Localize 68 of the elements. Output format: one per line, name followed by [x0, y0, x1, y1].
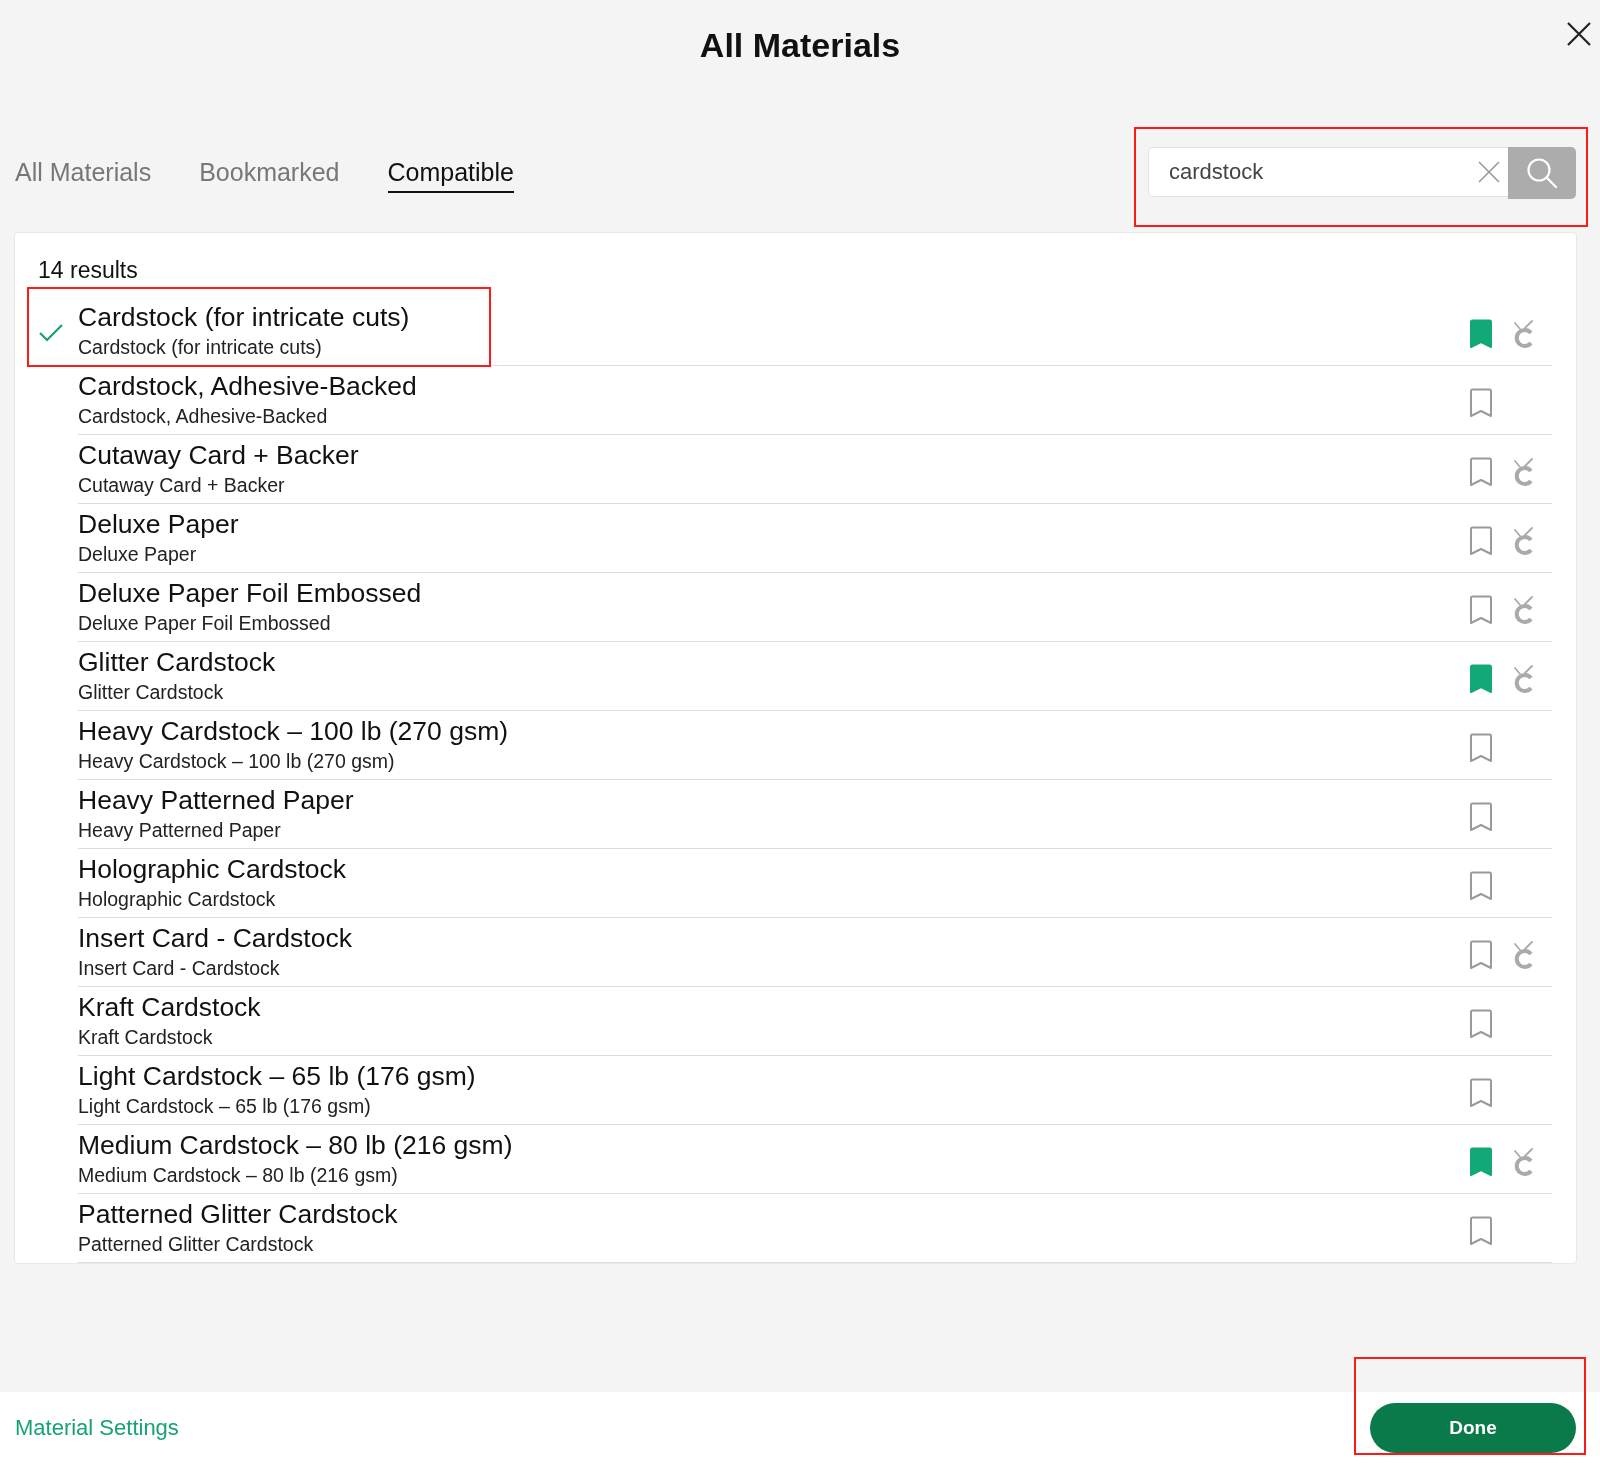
bookmark-icon[interactable]	[1468, 526, 1494, 556]
material-row[interactable]: Light Cardstock – 65 lb (176 gsm) Light Cardstock – 65 lb (176 gsm)	[38, 1056, 1576, 1125]
material-subtitle: Heavy Cardstock – 100 lb (270 gsm)	[78, 749, 395, 774]
bookmark-icon[interactable]	[1468, 1078, 1494, 1108]
bookmark-filled-icon[interactable]	[1468, 1147, 1494, 1177]
search-button[interactable]	[1508, 147, 1576, 199]
material-subtitle: Light Cardstock – 65 lb (176 gsm)	[78, 1094, 371, 1119]
material-row[interactable]: Deluxe Paper Foil Embossed Deluxe Paper Foil Embossed	[38, 573, 1576, 642]
material-subtitle: Insert Card - Cardstock	[78, 956, 280, 981]
bookmark-icon[interactable]	[1468, 595, 1494, 625]
material-row[interactable]: Deluxe Paper Deluxe Paper	[38, 504, 1576, 573]
material-title: Deluxe Paper Foil Embossed	[78, 578, 422, 608]
material-subtitle: Cardstock, Adhesive-Backed	[78, 404, 328, 429]
bookmark-icon[interactable]	[1468, 1009, 1494, 1039]
tab[interactable]: All Materials	[15, 156, 152, 193]
material-row[interactable]: Heavy Cardstock – 100 lb (270 gsm) Heavy Cardstock – 100 lb (270 gsm)	[38, 711, 1576, 780]
material-subtitle: Patterned Glitter Cardstock	[78, 1232, 314, 1257]
search-icon	[1526, 157, 1558, 189]
material-title: Kraft Cardstock	[78, 992, 261, 1022]
material-title: Holographic Cardstock	[78, 854, 347, 884]
tab[interactable]: Bookmarked	[199, 156, 340, 193]
close-icon	[1566, 21, 1592, 47]
bookmark-icon[interactable]	[1468, 1216, 1494, 1246]
material-title: Cutaway Card + Backer	[78, 440, 359, 470]
results-count: 14 results	[38, 257, 139, 285]
material-row[interactable]: Cardstock (for intricate cuts) Cardstock (for intricate cuts)	[38, 297, 1576, 366]
material-row[interactable]: Kraft Cardstock Kraft Cardstock	[38, 987, 1576, 1056]
material-subtitle: Deluxe Paper Foil Embossed	[78, 611, 331, 636]
close-button[interactable]	[1566, 21, 1592, 47]
material-title: Patterned Glitter Cardstock	[78, 1199, 398, 1229]
material-row[interactable]: Medium Cardstock – 80 lb (216 gsm) Medium Cardstock – 80 lb (216 gsm)	[38, 1125, 1576, 1194]
material-title: Glitter Cardstock	[78, 647, 276, 677]
bookmark-icon[interactable]	[1468, 388, 1494, 418]
bookmark-icon[interactable]	[1468, 871, 1494, 901]
material-subtitle: Deluxe Paper	[78, 542, 197, 567]
material-subtitle: Cardstock (for intricate cuts)	[78, 335, 322, 360]
material-subtitle: Medium Cardstock – 80 lb (216 gsm)	[78, 1163, 398, 1188]
bookmark-icon[interactable]	[1468, 733, 1494, 763]
material-row[interactable]: Holographic Cardstock Holographic Cardstock	[38, 849, 1576, 918]
material-subtitle: Glitter Cardstock	[78, 680, 224, 705]
bookmark-icon[interactable]	[1468, 802, 1494, 832]
material-title: Cardstock, Adhesive-Backed	[78, 371, 417, 401]
material-title: Deluxe Paper	[78, 509, 239, 539]
material-row[interactable]: Heavy Patterned Paper Heavy Patterned Paper	[38, 780, 1576, 849]
bookmark-filled-icon[interactable]	[1468, 319, 1494, 349]
material-subtitle: Holographic Cardstock	[78, 887, 276, 912]
search-field[interactable]: cardstock	[1148, 147, 1508, 197]
material-title: Light Cardstock – 65 lb (176 gsm)	[78, 1061, 476, 1091]
material-subtitle: Kraft Cardstock	[78, 1025, 213, 1050]
material-row[interactable]: Cutaway Card + Backer Cutaway Card + Backer	[38, 435, 1576, 504]
material-row[interactable]: Cardstock, Adhesive-Backed Cardstock, Adhesive-Backed	[38, 366, 1576, 435]
clear-icon[interactable]	[1478, 161, 1500, 183]
material-row[interactable]: Insert Card - Cardstock Insert Card - Cardstock	[38, 918, 1576, 987]
material-title: Cardstock (for intricate cuts)	[78, 302, 410, 332]
material-subtitle: Cutaway Card + Backer	[78, 473, 285, 498]
bookmark-icon[interactable]	[1468, 457, 1494, 487]
material-row[interactable]: Glitter Cardstock Glitter Cardstock	[38, 642, 1576, 711]
tab[interactable]: Compatible	[387, 156, 514, 193]
material-title: Heavy Patterned Paper	[78, 785, 354, 815]
bookmark-icon[interactable]	[1468, 940, 1494, 970]
done-button[interactable]: Done	[1370, 1403, 1576, 1453]
material-title: Medium Cardstock – 80 lb (216 gsm)	[78, 1130, 513, 1160]
material-row[interactable]: Patterned Glitter Cardstock Patterned Glitter Cardstock	[38, 1194, 1576, 1263]
material-subtitle: Heavy Patterned Paper	[78, 818, 281, 843]
dialog-title: All Materials	[699, 26, 901, 66]
bookmark-filled-icon[interactable]	[1468, 664, 1494, 694]
material-title: Heavy Cardstock – 100 lb (270 gsm)	[78, 716, 509, 746]
material-title: Insert Card - Cardstock	[78, 923, 352, 953]
